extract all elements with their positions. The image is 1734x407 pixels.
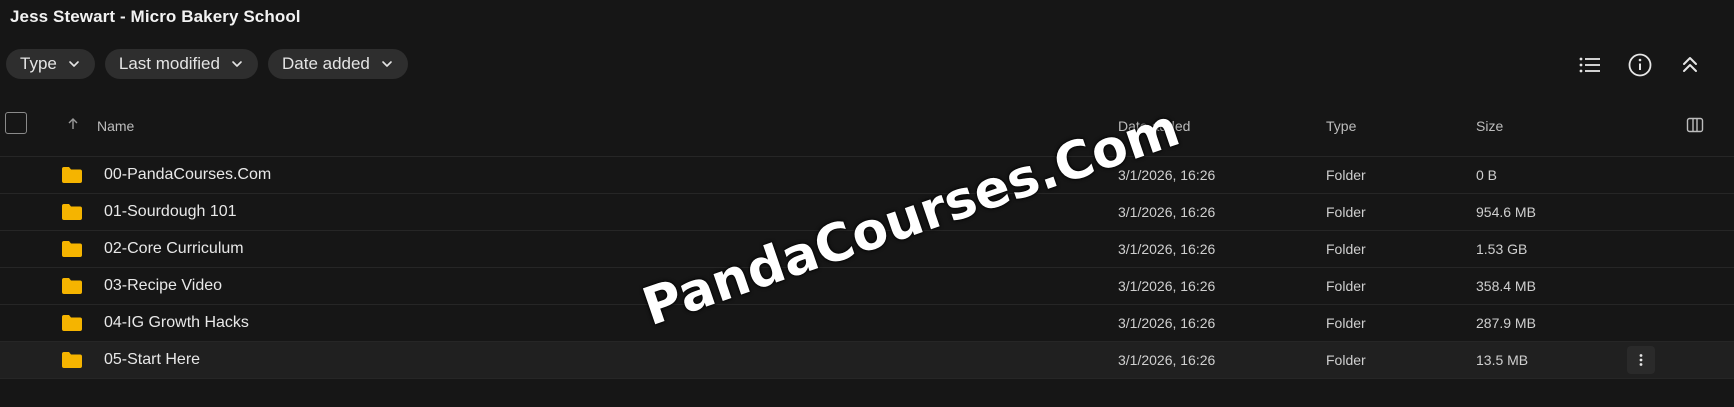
filter-bar: Type Last modified Date added [6,49,408,79]
table-row[interactable]: 03-Recipe Video 3/1/2026, 16:26 Folder 3… [0,268,1734,304]
chevron-down-icon [69,61,79,67]
row-name: 02-Core Curriculum [104,240,244,257]
row-name: 03-Recipe Video [104,277,223,294]
toolbar-actions [1534,48,1734,82]
folder-icon [62,167,82,183]
list-view-icon [1579,57,1600,73]
row-size: 0 B [1476,167,1498,183]
info-button[interactable] [1623,48,1657,82]
row-date-added: 3/1/2026, 16:26 [1118,315,1216,331]
more-vertical-icon [1639,354,1643,366]
folder-icon [62,352,82,368]
folder-icon [62,241,82,257]
filter-last-modified-label: Last modified [118,54,220,73]
table-row[interactable]: 00-PandaCourses.Com 3/1/2026, 16:26 Fold… [0,157,1734,193]
collapse-icon [1683,57,1697,72]
chevron-down-icon [232,61,242,67]
divider [0,378,1734,379]
filter-date-added-button[interactable]: Date added [267,49,408,79]
filter-type-label: Type [20,54,57,73]
table-header: Name Date added Type Size [0,108,1734,150]
info-icon [1628,53,1652,77]
row-size: 13.5 MB [1476,352,1529,368]
folder-icon [62,278,82,294]
row-type: Folder [1326,352,1366,368]
row-type: Folder [1326,167,1366,183]
row-name: 05-Start Here [104,351,201,368]
row-date-added: 3/1/2026, 16:26 [1118,278,1216,294]
row-type: Folder [1326,241,1366,257]
column-header-type[interactable]: Type [1326,118,1356,134]
list-view-button[interactable] [1573,48,1607,82]
row-size: 358.4 MB [1476,278,1536,294]
folder-icon [62,204,82,220]
column-header-size[interactable]: Size [1476,118,1503,134]
row-size: 1.53 GB [1476,241,1528,257]
filter-date-added-label: Date added [281,54,370,73]
row-size: 287.9 MB [1476,315,1536,331]
row-size: 954.6 MB [1476,204,1536,220]
row-date-added: 3/1/2026, 16:26 [1118,352,1216,368]
row-type: Folder [1326,204,1366,220]
row-date-added: 3/1/2026, 16:26 [1118,204,1216,220]
chevron-down-icon [382,61,392,67]
row-type: Folder [1326,278,1366,294]
collapse-button[interactable] [1673,48,1707,82]
row-type: Folder [1326,315,1366,331]
row-more-options-button[interactable] [1627,346,1655,374]
row-name: 01-Sourdough 101 [104,203,237,220]
filter-last-modified-button[interactable]: Last modified [104,49,258,79]
page-title: Jess Stewart - Micro Bakery School [10,7,301,26]
column-header-name[interactable]: Name [97,118,134,134]
row-name: 04-IG Growth Hacks [104,314,249,331]
row-date-added: 3/1/2026, 16:26 [1118,241,1216,257]
filter-type-button[interactable]: Type [6,49,95,79]
folder-icon [62,315,82,331]
table-row[interactable]: 05-Start Here 3/1/2026, 16:26 Folder 13.… [0,342,1734,378]
table-row[interactable]: 04-IG Growth Hacks 3/1/2026, 16:26 Folde… [0,305,1734,341]
row-name: 00-PandaCourses.Com [104,166,272,183]
column-settings-icon[interactable] [1686,116,1704,134]
